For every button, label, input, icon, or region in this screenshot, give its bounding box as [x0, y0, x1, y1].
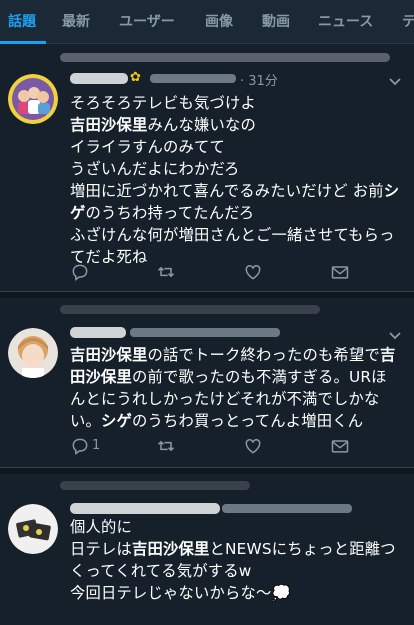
tweet[interactable]: ✿ · 31分 そろそろテレビも気づけよ 吉田沙保里みんな嫌いなの イライラすんのみ… — [0, 44, 414, 292]
tweet-time: · 31分 — [240, 74, 278, 89]
text-segment: 増田に近づかれて喜んでるみたいだけど お前 — [70, 182, 384, 200]
highlighted-keyword: シ — [383, 182, 400, 200]
tweet-header: ✿ · 31分 — [70, 70, 390, 89]
heart-icon[interactable] — [243, 436, 265, 458]
tweet-text: そろそろテレビも気づけよ 吉田沙保里みんな嫌いなの イライラすんのみてて うざいんだよ… — [70, 92, 404, 268]
tweet-text-line: 日テレは吉田沙保里とNEWSにちょっと距離つ — [70, 538, 404, 560]
tab-users[interactable]: ユーザー — [119, 0, 175, 44]
display-name[interactable] — [70, 73, 128, 84]
mail-icon[interactable] — [330, 262, 352, 284]
highlighted-keyword: 吉田沙保里 — [70, 346, 148, 364]
text-segment: のうちわ持ってたんだろ — [85, 204, 255, 222]
text-segment: のうちわ買っとってんよ増田くん — [132, 412, 364, 430]
tweet-text-line: 吉田沙保里みんな嫌いなの — [70, 114, 404, 136]
text-segment: ふざけんな何が増田さんとご一緒させてもらっ — [70, 226, 395, 244]
heart-icon[interactable] — [243, 262, 265, 284]
tweet-text-line: ふざけんな何が増田さんとご一緒させてもらっ — [70, 224, 404, 246]
retweet-icon[interactable] — [156, 436, 178, 458]
user-handle[interactable] — [130, 328, 280, 337]
tweet-text: 吉田沙保里の話でトーク終わったのも希望で吉 田沙保里の前で歌ったのも不満すぎる。U… — [70, 344, 404, 432]
text-segment: 日テレは — [70, 540, 132, 558]
chevron-down-icon[interactable] — [386, 326, 404, 344]
tweet-text-line: い。シゲのうちわ買っとってんよ増田くん — [70, 410, 404, 432]
tweet-text-line: んとにうれしかったけどそれが不満でしかな — [70, 388, 404, 410]
tab-images[interactable]: 画像 — [205, 0, 233, 44]
sunflower-icon: ✿ — [130, 70, 141, 85]
tweet[interactable]: 個人的に日テレは吉田沙保里とNEWSにちょっと距離つくってくれてる気がするw 今回… — [0, 474, 414, 625]
tweet-text-line: 吉田沙保里の話でトーク終わったのも希望で吉 — [70, 344, 404, 366]
avatar[interactable] — [8, 504, 58, 554]
text-segment: くってくれてる気がするw — [70, 562, 252, 580]
text-segment: の話でトーク終わったのも希望で — [147, 346, 380, 364]
highlighted-keyword: 吉 — [379, 346, 396, 364]
highlighted-keyword: 吉田沙保里 — [132, 540, 210, 558]
tab-topics[interactable]: 話題 — [8, 0, 36, 44]
search-tab-bar: 話題 最新 ユーザー 画像 動画 ニュース テ — [0, 0, 414, 44]
text-segment: うざいんだよにわかだろ — [70, 160, 240, 178]
highlighted-keyword: シゲ — [101, 412, 132, 430]
tweet[interactable]: 吉田沙保里の話でトーク終わったのも希望で吉 田沙保里の前で歌ったのも不満すぎる。U… — [0, 298, 414, 468]
text-segment: い。 — [70, 412, 101, 430]
retweet-icon[interactable] — [156, 262, 178, 284]
tab-more[interactable]: テ — [402, 0, 414, 44]
reply-count: 1 — [92, 438, 101, 453]
retweet-context — [60, 50, 390, 64]
tweet-actions: 1 — [70, 436, 370, 458]
tweet-text-line: 田沙保里の前で歌ったのも不満すぎる。URほ — [70, 366, 404, 388]
tab-videos[interactable]: 動画 — [262, 0, 290, 44]
retweet-context — [60, 302, 320, 316]
text-segment: とNEWSにちょっと距離つ — [209, 540, 396, 558]
tweet-text-line: イライラすんのみてて — [70, 136, 404, 158]
tweet-text: 個人的に日テレは吉田沙保里とNEWSにちょっと距離つくってくれてる気がするw 今回… — [70, 516, 404, 604]
user-handle[interactable] — [150, 74, 236, 83]
text-segment: みんな嫌いなの — [147, 116, 256, 134]
highlighted-keyword: 田沙保里 — [70, 368, 132, 386]
text-segment: そろそろテレビも気づけよ — [70, 94, 256, 112]
user-handle[interactable] — [222, 504, 352, 513]
avatar[interactable] — [8, 328, 58, 378]
tweet-text-line: 今回日テレじゃないからな〜💭 — [70, 582, 404, 604]
mail-icon[interactable] — [330, 436, 352, 458]
display-name[interactable] — [70, 503, 220, 514]
text-segment: 個人的に — [70, 518, 132, 536]
tweet-text-line: 増田に近づかれて喜んでるみたいだけど お前シ — [70, 180, 404, 202]
text-segment: の前で歌ったのも不満すぎる。URほ — [132, 368, 387, 386]
text-segment: 今回日テレじゃないからな〜💭 — [70, 584, 291, 602]
text-segment: イライラすんのみてて — [70, 138, 225, 156]
tweet-actions — [70, 262, 370, 284]
highlighted-keyword: ゲ — [70, 204, 86, 222]
tab-latest[interactable]: 最新 — [62, 0, 90, 44]
highlighted-keyword: 吉田沙保里 — [70, 116, 148, 134]
avatar[interactable] — [8, 74, 58, 124]
tweet-text-line: うざいんだよにわかだろ — [70, 158, 404, 180]
tweet-header — [70, 324, 390, 342]
tweet-text-line: 個人的に — [70, 516, 404, 538]
reply-icon[interactable]: 1 — [70, 436, 100, 458]
text-segment: んとにうれしかったけどそれが不満でしかな — [70, 390, 380, 408]
tweet-text-line: くってくれてる気がするw — [70, 560, 404, 582]
tab-news[interactable]: ニュース — [318, 0, 373, 44]
retweet-context — [60, 478, 250, 492]
tweet-text-line: ゲのうちわ持ってたんだろ — [70, 202, 404, 224]
chevron-down-icon[interactable] — [386, 72, 404, 90]
display-name[interactable] — [70, 327, 126, 338]
tweet-text-line: そろそろテレビも気づけよ — [70, 92, 404, 114]
reply-icon[interactable] — [70, 262, 92, 284]
